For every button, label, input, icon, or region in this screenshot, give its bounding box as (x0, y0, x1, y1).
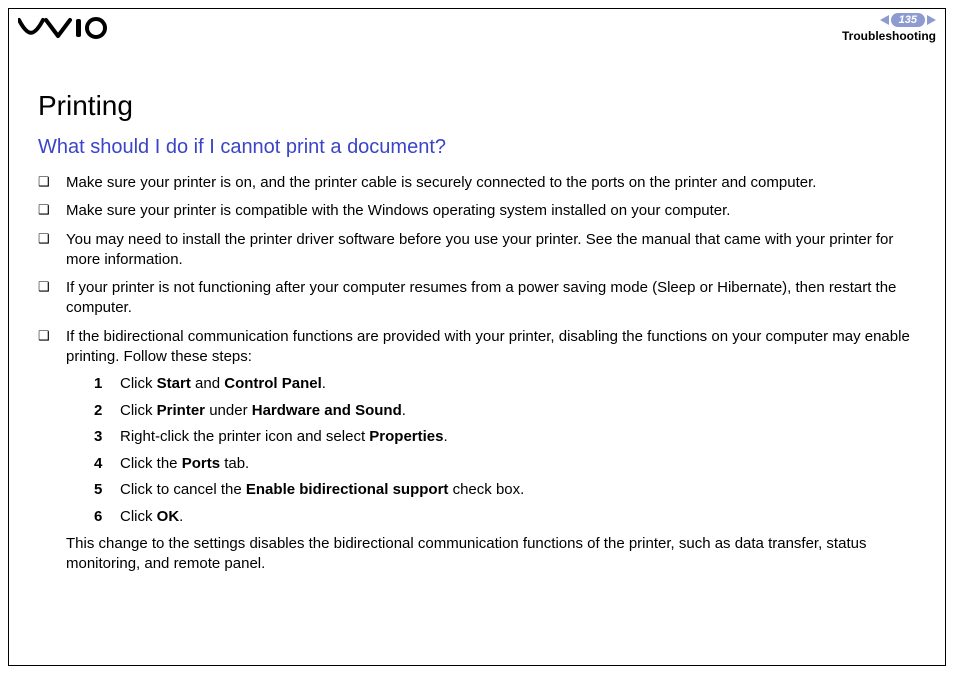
bullet-item: If the bidirectional communication funct… (38, 327, 924, 575)
step-item: 2Click Printer under Hardware and Sound. (94, 400, 924, 423)
page-content: Printing What should I do if I cannot pr… (38, 90, 924, 583)
prev-page-arrow[interactable] (880, 15, 889, 25)
page-number-badge: 135 (891, 13, 925, 27)
page-header: 135 Troubleshooting (8, 8, 946, 48)
page-subtitle: What should I do if I cannot print a doc… (38, 136, 924, 159)
steps-list: 1Click Start and Control Panel. 2Click P… (66, 373, 924, 528)
bullet-item: If your printer is not functioning after… (38, 278, 924, 319)
next-page-arrow[interactable] (927, 15, 936, 25)
step-item: 4Click the Ports tab. (94, 453, 924, 476)
step-item: 5Click to cancel the Enable bidirectiona… (94, 479, 924, 502)
section-link[interactable]: Troubleshooting (842, 29, 936, 43)
bullet-item: You may need to install the printer driv… (38, 230, 924, 271)
bullet-item: Make sure your printer is on, and the pr… (38, 173, 924, 193)
bullet-list: Make sure your printer is on, and the pr… (38, 173, 924, 575)
step-item: 1Click Start and Control Panel. (94, 373, 924, 396)
vaio-logo (18, 17, 118, 39)
bullet-item: Make sure your printer is compatible wit… (38, 201, 924, 221)
bullet-text: If the bidirectional communication funct… (66, 328, 910, 365)
step-item: 3Right-click the printer icon and select… (94, 426, 924, 449)
step-item: 6Click OK. (94, 506, 924, 529)
page-title: Printing (38, 90, 924, 122)
page-nav: 135 Troubleshooting (842, 13, 936, 43)
trailing-note: This change to the settings disables the… (66, 534, 924, 575)
